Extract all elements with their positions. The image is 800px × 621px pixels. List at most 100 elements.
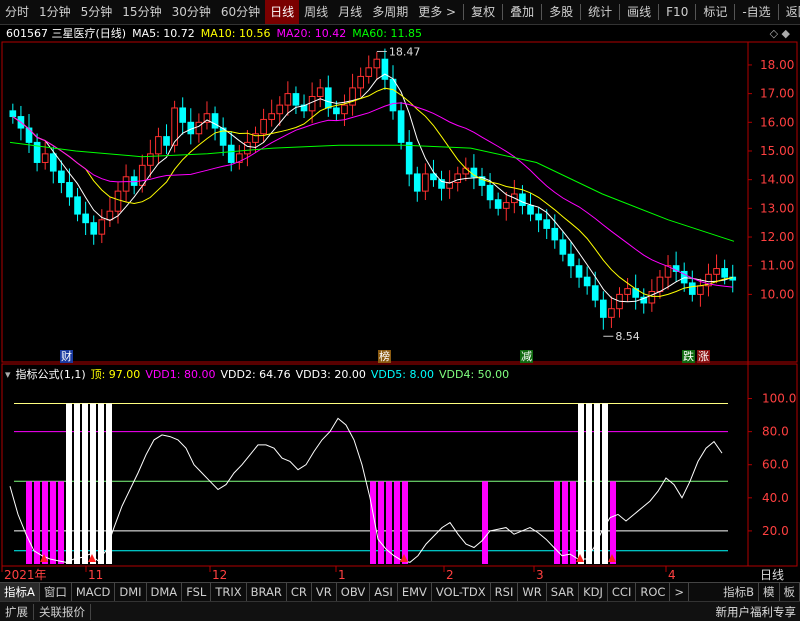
candle-body-4 [42, 154, 48, 163]
indicator-tabs: 指标A窗口MACDDMIDMAFSLTRIXBRARCRVROBVASIEMVV… [0, 582, 800, 601]
marker-bang[interactable]: 榜 [378, 350, 391, 363]
indicator-tab-22[interactable]: 模 [759, 583, 780, 601]
signal-bar-4-75 [610, 481, 616, 564]
candle-body-69 [568, 254, 574, 265]
candle-body-70 [576, 266, 582, 277]
candle-body-63 [520, 194, 526, 205]
candle-body-79 [649, 292, 655, 303]
signal-bar-4-69 [562, 481, 568, 564]
candle-body-25 [212, 114, 218, 128]
high-annotation: 18.47 [389, 45, 421, 58]
indicator-tab-20[interactable]: > [670, 583, 689, 601]
indicator-tab-18[interactable]: CCI [608, 583, 636, 601]
main-y-tick-label-0: 10.00 [760, 287, 794, 301]
candle-body-47 [390, 79, 396, 111]
candle-body-9 [83, 214, 89, 223]
marker-die[interactable]: 跌 [682, 350, 695, 363]
date-label-3: 1 [338, 568, 346, 582]
expand-button[interactable]: 扩展 [0, 604, 34, 620]
indicator-tab-0[interactable]: 指标A [0, 583, 40, 601]
candle-body-45 [374, 59, 380, 68]
main-y-tick-label-1: 11.00 [760, 259, 794, 273]
candle-body-19 [164, 137, 170, 146]
candle-body-0 [10, 111, 16, 117]
candle-body-35 [293, 94, 299, 105]
candle-body-49 [406, 142, 412, 174]
status-bar: 扩展 关联报价 新用户福利专享 [0, 601, 800, 621]
indicator-tab-17[interactable]: KDJ [579, 583, 608, 601]
indicator-tab-5[interactable]: FSL [182, 583, 211, 601]
indicator-tab-23[interactable]: 板 [780, 583, 800, 601]
indicator-tab-12[interactable]: EMV [398, 583, 432, 601]
sub-y-tick-label-0: 20.0 [762, 524, 789, 538]
date-label-1: 11 [88, 568, 103, 582]
candle-body-18 [156, 137, 162, 154]
main-y-tick-label-8: 18.00 [760, 58, 794, 72]
date-label-6: 4 [668, 568, 676, 582]
sub-y-tick-label-1: 40.0 [762, 491, 789, 505]
indicator-tab-21[interactable]: 指标B [719, 583, 759, 601]
main-y-tick-label-5: 15.00 [760, 144, 794, 158]
candle-body-48 [398, 111, 404, 143]
marker-cai[interactable]: 财 [60, 350, 73, 363]
indicator-tab-19[interactable]: ROC [636, 583, 670, 601]
signal-bar-5-71 [578, 404, 584, 564]
signal-bar-5-74 [602, 404, 608, 564]
signal-bar-1-7 [66, 404, 72, 564]
candle-body-11 [99, 220, 105, 234]
sub-y-tick-label-3: 80.0 [762, 425, 789, 439]
candle-body-31 [261, 119, 267, 133]
signal-bar-5-73 [594, 404, 600, 564]
indicator-tab-10[interactable]: OBV [337, 583, 370, 601]
candle-body-59 [487, 185, 493, 199]
marker-zhang[interactable]: 涨 [697, 350, 710, 363]
candle-body-50 [414, 174, 420, 191]
candle-body-41 [342, 105, 348, 114]
candle-body-40 [334, 108, 340, 114]
candle-body-14 [123, 177, 129, 191]
indicator-tab-7[interactable]: BRAR [247, 583, 287, 601]
indicator-tab-4[interactable]: DMA [147, 583, 183, 601]
indicator-tab-11[interactable]: ASI [370, 583, 398, 601]
indicator-tab-6[interactable]: TRIX [211, 583, 246, 601]
candle-body-64 [528, 205, 534, 214]
chart-canvas[interactable]: 10.0011.0012.0013.0014.0015.0016.0017.00… [0, 0, 800, 582]
marker-jian[interactable]: 减 [520, 350, 533, 363]
candle-body-37 [309, 96, 315, 110]
indicator-tab-3[interactable]: DMI [115, 583, 146, 601]
candle-body-65 [536, 214, 542, 220]
new-user-promo[interactable]: 新用户福利专享 [716, 604, 800, 620]
signal-bar-0-4 [42, 481, 48, 564]
candle-body-7 [67, 183, 73, 197]
signal-bar-0-2 [26, 481, 32, 564]
period-label: 日线 [760, 568, 784, 582]
candle-body-33 [277, 105, 283, 114]
signal-bar-0-6 [58, 481, 64, 564]
indicator-tab-16[interactable]: SAR [547, 583, 579, 601]
main-y-tick-label-2: 12.00 [760, 230, 794, 244]
indicator-tab-14[interactable]: RSI [491, 583, 519, 601]
candle-body-13 [115, 191, 121, 211]
candle-body-44 [366, 68, 372, 77]
signal-bar-1-12 [106, 404, 112, 564]
related-quote-button[interactable]: 关联报价 [34, 604, 91, 620]
indicator-tab-1[interactable]: 窗口 [40, 583, 72, 601]
signal-bar-1-11 [98, 404, 104, 564]
candle-body-71 [584, 277, 590, 286]
candle-body-84 [689, 283, 695, 294]
candle-body-51 [423, 174, 429, 191]
indicator-tab-9[interactable]: VR [312, 583, 337, 601]
candle-body-85 [698, 286, 704, 295]
indicator-tab-13[interactable]: VOL-TDX [432, 583, 491, 601]
candle-body-72 [592, 286, 598, 300]
signal-bar-4-70 [570, 481, 576, 564]
signal-bar-1-9 [82, 404, 88, 564]
ma5-line [13, 74, 733, 302]
candle-body-34 [285, 94, 291, 105]
sub-y-tick-label-2: 60.0 [762, 458, 789, 472]
indicator-tab-8[interactable]: CR [287, 583, 312, 601]
candle-body-8 [75, 197, 81, 214]
candle-body-73 [600, 300, 606, 317]
indicator-tab-15[interactable]: WR [518, 583, 546, 601]
indicator-tab-2[interactable]: MACD [72, 583, 115, 601]
